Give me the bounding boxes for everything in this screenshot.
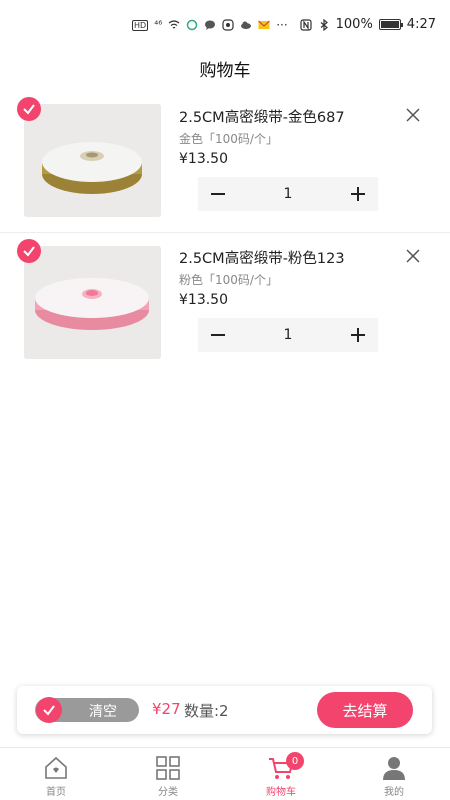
hd-indicator: HD	[132, 19, 149, 31]
grid-icon	[156, 756, 180, 780]
product-price: ¥13.50	[179, 151, 228, 167]
quantity-value[interactable]: 1	[238, 327, 338, 343]
checkmark-icon	[23, 246, 35, 257]
close-icon	[406, 249, 420, 263]
camera-app-icon	[222, 19, 234, 31]
item-select-checkbox[interactable]	[17, 239, 41, 263]
tab-category[interactable]: 分类	[133, 754, 203, 798]
minus-icon	[211, 334, 225, 336]
home-icon	[45, 756, 67, 779]
message-icon	[205, 20, 216, 30]
checkout-button[interactable]: 去结算	[317, 692, 413, 728]
product-spec: 金色「100码/个」	[179, 132, 278, 146]
close-icon	[406, 108, 420, 122]
checkmark-icon	[43, 705, 55, 716]
checkmark-icon	[23, 104, 35, 115]
ribbon-spool-image	[24, 104, 161, 217]
product-image[interactable]	[24, 246, 161, 359]
tab-cart[interactable]: 0 购物车	[246, 752, 316, 798]
quantity-stepper: 1	[198, 177, 378, 211]
cloud-icon	[241, 21, 252, 29]
cart-action-bar: 清空 ¥27 数量:2 去结算	[17, 686, 432, 734]
decrease-quantity-button[interactable]	[198, 318, 238, 352]
more-indicator-icon: ···	[276, 18, 288, 32]
product-image[interactable]	[24, 104, 161, 217]
page-title: 购物车	[199, 61, 251, 81]
cart-badge: 0	[286, 752, 304, 770]
minus-icon	[211, 193, 225, 195]
item-select-checkbox[interactable]	[17, 97, 41, 121]
tab-cart-label: 购物车	[266, 787, 296, 798]
remove-item-button[interactable]	[404, 247, 422, 265]
ribbon-spool-image	[24, 246, 161, 359]
signal-indicator: ⁴⁶	[154, 19, 163, 31]
bottom-tab-bar: 首页 分类 0 购物车 我的	[0, 747, 450, 800]
cart-quantity-count: 数量:2	[184, 702, 229, 720]
cart-item: 2.5CM高密缎带-金色687 金色「100码/个」 ¥13.50 1	[0, 92, 450, 232]
app-notification-icon	[186, 19, 198, 31]
wifi-icon	[168, 20, 180, 29]
cart-item: 2.5CM高密缎带-粉色123 粉色「100码/个」 ¥13.50 1	[0, 232, 450, 372]
increase-quantity-button[interactable]	[338, 318, 378, 352]
tab-profile-label: 我的	[384, 787, 404, 798]
product-title[interactable]: 2.5CM高密缎带-粉色123	[179, 247, 345, 268]
cart-total: ¥27	[152, 700, 181, 718]
quantity-value[interactable]: 1	[238, 186, 338, 202]
quantity-stepper: 1	[198, 318, 378, 352]
decrease-quantity-button[interactable]	[198, 177, 238, 211]
increase-quantity-button[interactable]	[338, 177, 378, 211]
product-title[interactable]: 2.5CM高密缎带-金色687	[179, 106, 345, 127]
plus-icon	[351, 328, 365, 342]
status-bar: HD ⁴⁶ ··· 100% 4:27	[0, 0, 450, 50]
tab-profile[interactable]: 我的	[359, 754, 429, 798]
select-all-checkbox[interactable]	[36, 697, 62, 723]
product-spec: 粉色「100码/个」	[179, 273, 278, 287]
nfc-icon	[300, 18, 312, 31]
clear-cart-label[interactable]: 清空	[89, 701, 117, 721]
remove-item-button[interactable]	[404, 106, 422, 124]
battery-icon	[378, 19, 403, 30]
product-price: ¥13.50	[179, 292, 228, 308]
tab-home[interactable]: 首页	[21, 754, 91, 798]
tab-home-label: 首页	[46, 787, 66, 798]
plus-icon	[351, 187, 365, 201]
battery-percent: 100%	[335, 17, 373, 32]
clock: 4:27	[406, 17, 436, 32]
tab-category-label: 分类	[158, 787, 178, 798]
mail-icon	[258, 20, 271, 29]
bluetooth-icon	[320, 18, 328, 31]
status-indicators-right: 100% 4:27	[300, 17, 436, 32]
battery-fill	[380, 21, 399, 28]
user-icon	[383, 757, 405, 780]
status-indicators-left: HD ⁴⁶ ···	[132, 18, 288, 32]
